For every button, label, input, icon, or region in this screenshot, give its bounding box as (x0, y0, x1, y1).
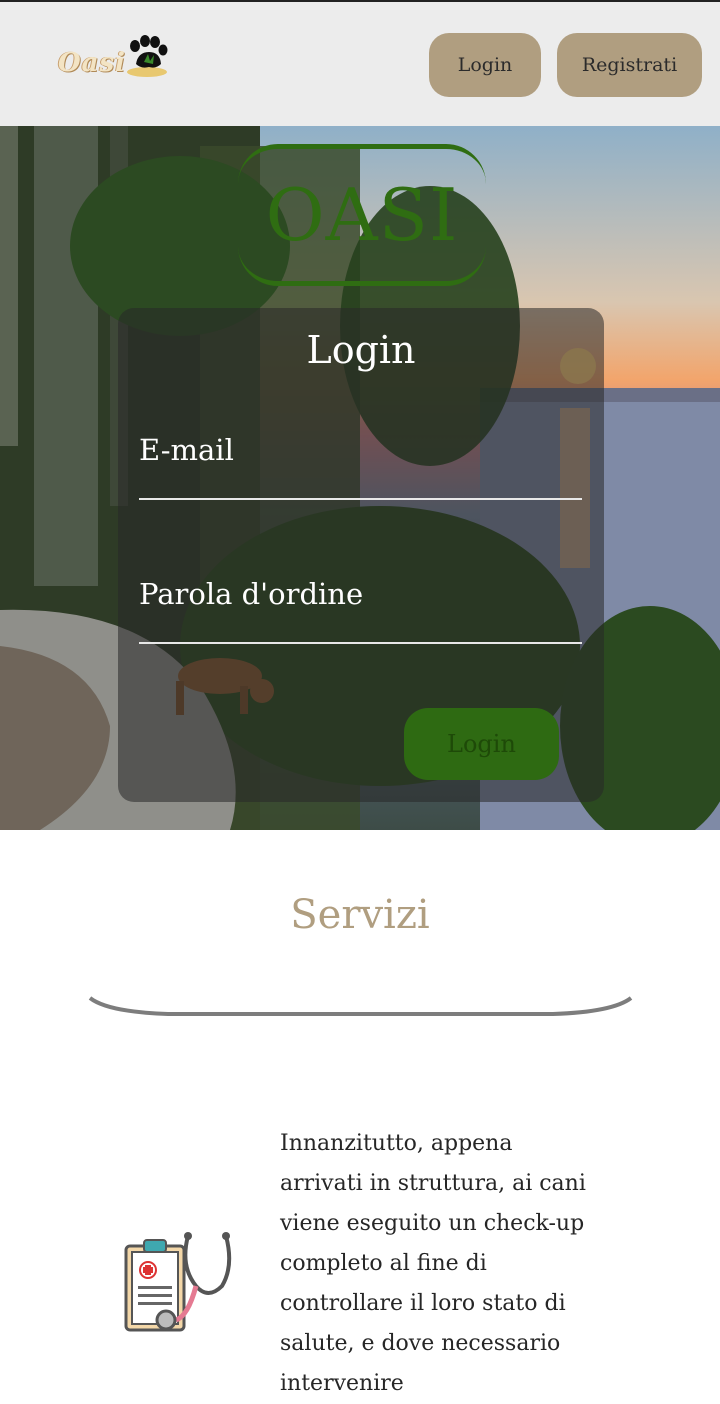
brand-title: OASI (265, 173, 459, 257)
password-field-wrapper (139, 562, 582, 644)
logo[interactable]: Oasi (58, 34, 170, 82)
login-submit-button[interactable]: Login (404, 708, 559, 780)
logo-text: Oasi (58, 48, 127, 78)
password-field[interactable] (139, 562, 582, 626)
hero-section: OASI Login Login (0, 126, 720, 830)
service-description: Innanzitutto, appena arrivati in struttu… (280, 1131, 586, 1396)
site-header: Oasi Login Registrati (0, 0, 720, 126)
header-register-button[interactable]: Registrati (557, 33, 702, 97)
login-card-title: Login (306, 328, 416, 372)
paw-logo-icon (127, 35, 168, 77)
login-card: Login Login (118, 308, 604, 802)
brand-banner: OASI (238, 144, 486, 286)
medical-checkup-icon (124, 1232, 232, 1332)
header-login-button[interactable]: Login (429, 33, 541, 97)
email-field-wrapper (139, 418, 582, 500)
services-title: Servizi (290, 892, 430, 938)
services-divider (88, 996, 633, 1016)
email-field[interactable] (139, 418, 582, 482)
